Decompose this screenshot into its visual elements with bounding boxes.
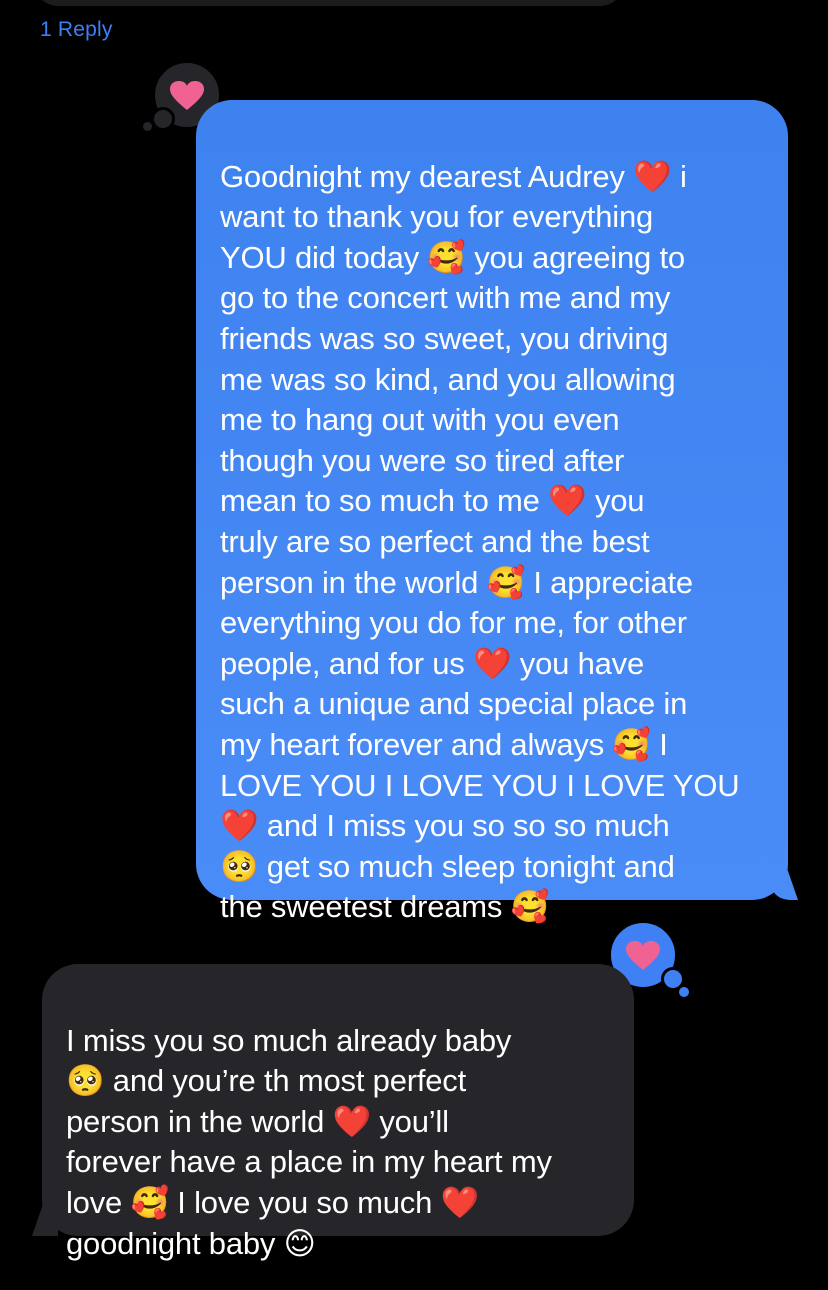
- bubble-tail: [772, 870, 798, 900]
- received-message-text: I miss you so much already baby 🥺 and yo…: [66, 1022, 552, 1261]
- previous-message-bubble: [34, 0, 624, 6]
- heart-icon: [626, 941, 660, 970]
- heart-icon: [170, 81, 204, 110]
- sent-message-text: Goodnight my dearest Audrey ❤️ i want to…: [220, 158, 740, 925]
- tapback-tail-dot: [679, 987, 689, 997]
- reply-count-link[interactable]: 1 Reply: [40, 18, 113, 42]
- tapback-tail-dot: [143, 122, 152, 131]
- received-message-bubble[interactable]: I miss you so much already baby 🥺 and yo…: [32, 964, 634, 1261]
- sent-message-bubble[interactable]: Goodnight my dearest Audrey ❤️ i want to…: [196, 100, 798, 924]
- bubble-tail: [32, 1206, 58, 1236]
